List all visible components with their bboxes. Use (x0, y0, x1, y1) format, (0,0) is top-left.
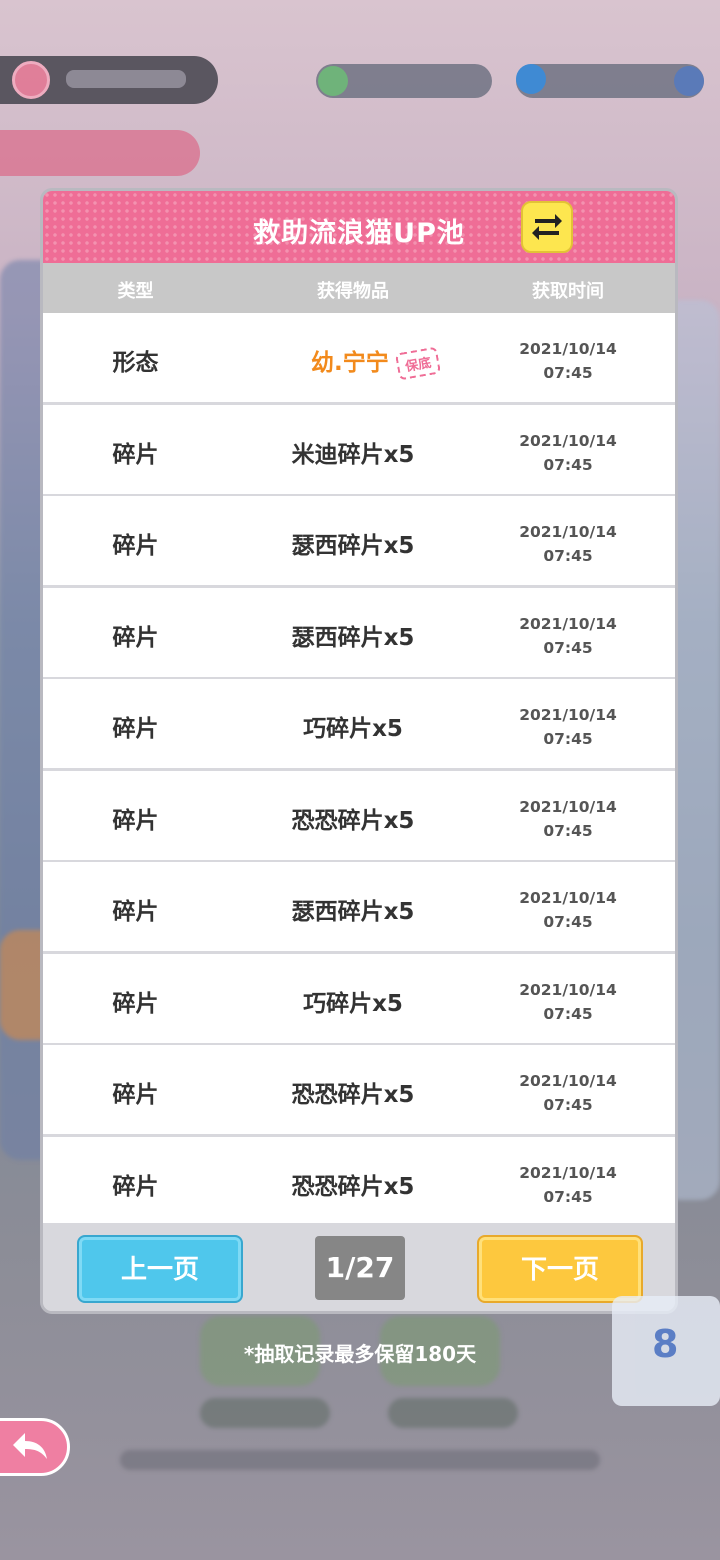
row-type: 碎片 (112, 990, 159, 1017)
row-time: 2021/10/14 07:45 (498, 1069, 638, 1117)
avatar (12, 61, 50, 99)
row-type: 碎片 (112, 624, 159, 651)
dialog-header: 救助流浪猫UP池 (43, 191, 675, 263)
row-type: 碎片 (112, 1082, 159, 1108)
row-time: 2021/10/14 07:45 (498, 429, 638, 477)
table-row: 碎片 恐恐碎片x5 2021/10/14 07:45 (43, 1045, 675, 1134)
row-clock: 07:45 (543, 1004, 593, 1023)
row-clock: 07:45 (543, 547, 593, 565)
row-time: 2021/10/14 07:45 (498, 978, 638, 1026)
table-row: 碎片 瑟西碎片x5 2021/10/14 07:45 (43, 587, 675, 677)
diamond-icon (516, 64, 546, 94)
gem-icon (318, 66, 348, 96)
row-time: 2021/10/14 07:45 (498, 1161, 638, 1209)
row-item: 瑟西碎片x5 (291, 533, 415, 559)
row-item-name: 幼.宁宁 (311, 350, 389, 376)
row-item: 幼.宁宁 保底 (311, 343, 511, 381)
column-type: 类型 (117, 281, 154, 302)
column-item: 获得物品 (317, 281, 389, 302)
dialog-title: 救助流浪猫UP池 (253, 218, 465, 249)
column-headers: 类型 获得物品 获取时间 (43, 263, 675, 313)
row-time: 2021/10/14 07:45 (498, 703, 638, 751)
row-date: 2021/10/14 (519, 431, 617, 450)
row-date: 2021/10/14 (519, 706, 617, 724)
table-row: 碎片 巧碎片x5 2021/10/14 07:45 (43, 953, 675, 1043)
row-type: 碎片 (112, 807, 159, 834)
row-clock: 07:45 (543, 455, 593, 474)
pagination-bar: 上一页 1/27 下一页 (43, 1223, 675, 1311)
draw-record-dialog: 救助流浪猫UP池 类型 获得物品 获取时间 形态 幼.宁宁 保底 2021/10/… (40, 188, 678, 1314)
player-pill (0, 56, 218, 104)
row-item: 恐恐碎片x5 (291, 807, 415, 834)
page-indicator: 1/27 (315, 1236, 405, 1300)
bg-cost-left (200, 1398, 330, 1428)
row-time: 2021/10/14 07:45 (498, 612, 638, 660)
guarantee-stamp: 保底 (394, 346, 441, 381)
row-item: 米迪碎片x5 (291, 441, 415, 468)
bg-badge-number: 8 (652, 1322, 679, 1366)
table-row: 碎片 巧碎片x5 2021/10/14 07:45 (43, 679, 675, 768)
row-item: 瑟西碎片x5 (291, 899, 415, 925)
row-item: 巧碎片x5 (303, 716, 403, 742)
prev-page-button[interactable]: 上一页 (77, 1235, 243, 1303)
row-item: 恐恐碎片x5 (291, 1082, 415, 1108)
bg-hint-text (120, 1450, 600, 1470)
table-row: 碎片 恐恐碎片x5 2021/10/14 07:45 (43, 770, 675, 860)
row-item: 恐恐碎片x5 (291, 1173, 415, 1200)
row-clock: 07:45 (543, 913, 593, 931)
row-clock: 07:45 (543, 821, 593, 840)
table-row: 碎片 瑟西碎片x5 2021/10/14 07:45 (43, 862, 675, 951)
bg-badge: 8 (612, 1296, 720, 1406)
row-time: 2021/10/14 07:45 (498, 886, 638, 934)
row-date: 2021/10/14 (519, 614, 617, 633)
bg-cost-right (388, 1398, 518, 1428)
record-list[interactable]: 形态 幼.宁宁 保底 2021/10/14 07:45 碎片 米迪碎片x5 2021… (43, 313, 675, 1228)
row-date: 2021/10/14 (519, 1072, 617, 1090)
row-date: 2021/10/14 (519, 1163, 617, 1182)
row-type: 碎片 (112, 441, 159, 468)
next-page-button[interactable]: 下一页 (477, 1235, 643, 1303)
row-time: 2021/10/14 07:45 (498, 795, 638, 843)
row-clock: 07:45 (543, 1096, 593, 1114)
row-clock: 07:45 (543, 1187, 593, 1206)
plus-icon (674, 66, 704, 96)
row-date: 2021/10/14 (519, 980, 617, 999)
player-name-blur (66, 70, 186, 88)
row-date: 2021/10/14 (519, 889, 617, 907)
row-type: 碎片 (112, 533, 159, 559)
row-type: 碎片 (112, 716, 159, 742)
back-button[interactable] (0, 1418, 70, 1476)
draw-record-tab (0, 130, 200, 176)
row-date: 2021/10/14 (519, 523, 617, 541)
row-time: 2021/10/14 07:45 (498, 337, 638, 385)
row-type: 碎片 (112, 899, 159, 925)
back-arrow-icon (13, 1433, 47, 1459)
table-row: 形态 幼.宁宁 保底 2021/10/14 07:45 (43, 313, 675, 402)
swap-arrows-icon (532, 214, 562, 240)
row-time: 2021/10/14 07:45 (498, 520, 638, 568)
row-clock: 07:45 (543, 638, 593, 657)
row-type: 碎片 (112, 1173, 159, 1200)
row-type: 形态 (112, 350, 159, 376)
row-clock: 07:45 (543, 730, 593, 748)
row-clock: 07:45 (543, 364, 593, 382)
table-row: 碎片 恐恐碎片x5 2021/10/14 07:45 (43, 1136, 675, 1226)
row-item: 巧碎片x5 (303, 990, 403, 1017)
table-row: 碎片 米迪碎片x5 2021/10/14 07:45 (43, 404, 675, 494)
table-row: 碎片 瑟西碎片x5 2021/10/14 07:45 (43, 496, 675, 585)
row-date: 2021/10/14 (519, 797, 617, 816)
column-time: 获取时间 (532, 281, 604, 302)
swap-pool-button[interactable] (521, 201, 573, 253)
row-date: 2021/10/14 (519, 340, 617, 358)
row-item: 瑟西碎片x5 (291, 624, 415, 651)
